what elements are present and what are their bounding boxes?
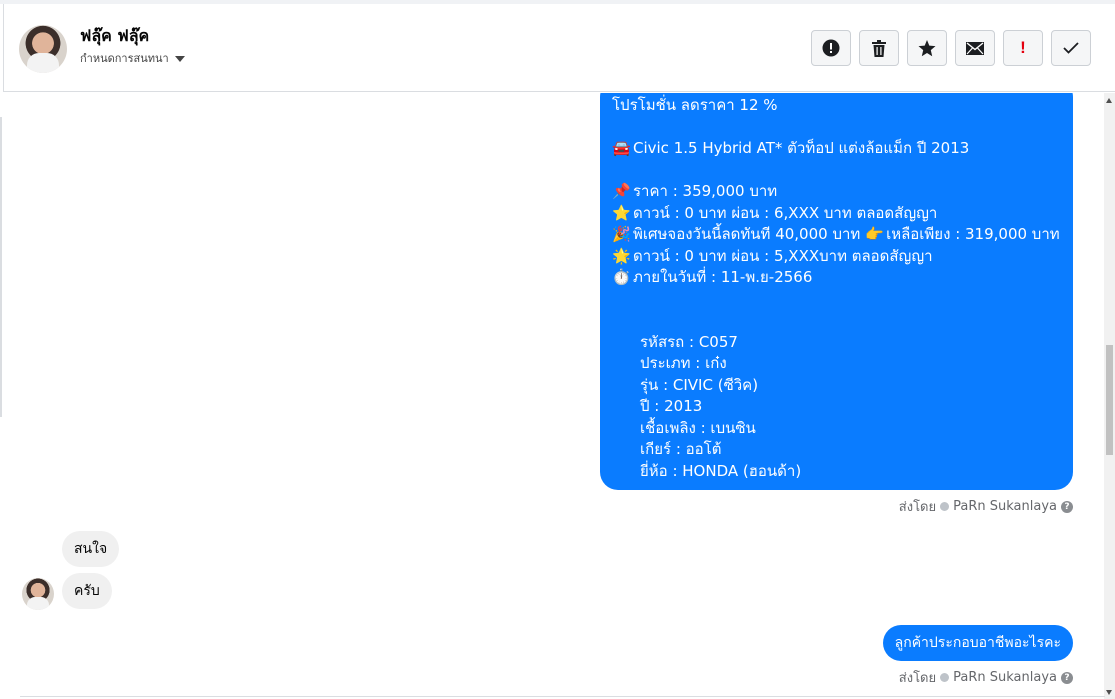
promo-headline: โปรโมชั่น ลดราคา 12 % (612, 96, 778, 114)
thread-scrollbar[interactable] (1104, 93, 1115, 699)
scroll-down-arrow-icon[interactable] (1106, 690, 1112, 695)
contact-avatar[interactable] (19, 25, 67, 73)
car-icon: 🚘 (612, 139, 631, 157)
promo-deadline-line: ⏱️ ภายในวันที่ : 11-พ.ย-2566 (612, 267, 1061, 289)
star-icon (918, 39, 936, 56)
sent-by-label: ส่งโดย (898, 671, 937, 686)
help-icon[interactable]: ? (1061, 500, 1073, 513)
promo-down1-line: ⭐ ดาวน์ : 0 บาท ผ่อน : 6,XXX บาท ตลอดสัญญ… (612, 203, 1061, 225)
sent-by-name[interactable]: PaRn Sukanlaya (953, 670, 1057, 685)
promo-special-line: 🎉 พิเศษจองวันนี้ลดทันที 40,000 บาท 👉 เหลือ… (612, 224, 1061, 246)
detail-line: ปี : 2013 (640, 397, 703, 415)
done-button[interactable] (1051, 30, 1091, 66)
star-emoji-icon: ⭐ (612, 203, 631, 222)
pushpin-icon: 📌 (612, 182, 631, 200)
message-thread[interactable]: โปรโมชั่น ลดราคา 12 % 🚘 Civic 1.5 Hybrid … (0, 93, 1104, 699)
pointing-hand-icon: 👉 (865, 225, 884, 243)
detail-line: ยี่ห้อ : HONDA (ฮอนด้า) (640, 461, 802, 480)
sent-by-label: ส่งโดย (898, 500, 937, 515)
trash-icon (872, 39, 886, 57)
mark-unread-button[interactable] (955, 30, 995, 66)
glowing-star-icon: 🌟 (612, 246, 631, 265)
delete-button[interactable] (859, 30, 899, 66)
promo-price-line: 📌 ราคา : 359,000 บาท (612, 181, 1061, 203)
scroll-thumb[interactable] (1106, 345, 1113, 455)
sender-check-icon (940, 673, 950, 682)
detail-line: เกียร์ : ออโต้ (640, 440, 722, 458)
detail-line: เชื้อเพลิง : เบนซิน (640, 418, 756, 437)
sent-by-info: ส่งโดย PaRn Sukanlaya ? (899, 667, 1073, 688)
conversation-header: ฟลุ๊ค ฟลุ๊ค กำหนดการสนทนา ! (3, 4, 1115, 92)
contact-name[interactable]: ฟลุ๊ค ฟลุ๊ค (80, 24, 149, 49)
caret-down-icon (174, 55, 185, 62)
important-button[interactable]: ! (1003, 30, 1043, 66)
help-icon[interactable]: ? (1061, 671, 1073, 684)
sent-by-name[interactable]: PaRn Sukanlaya (953, 499, 1057, 514)
party-popper-icon: 🎉 (612, 225, 631, 243)
promo-down2-line: 🌟 ดาวน์ : 0 บาท ผ่อน : 5,XXXบาท ตลอดสัญญา (612, 246, 1061, 268)
check-icon (1063, 42, 1079, 54)
outgoing-message-promo[interactable]: โปรโมชั่น ลดราคา 12 % 🚘 Civic 1.5 Hybrid … (600, 93, 1073, 490)
detail-line: รุ่น : CIVIC (ซีวิค) (640, 375, 759, 394)
contact-avatar-small[interactable] (22, 578, 54, 610)
incoming-message[interactable]: สนใจ (62, 531, 120, 567)
incoming-message[interactable]: ครับ (62, 573, 112, 609)
stopwatch-icon: ⏱️ (612, 268, 631, 286)
exclamation-icon: ! (1020, 38, 1026, 57)
spam-button[interactable] (811, 30, 851, 66)
conversation-settings-dropdown[interactable]: กำหนดการสนทนา (80, 49, 185, 67)
composer-divider (20, 696, 1105, 697)
scroll-up-arrow-icon[interactable] (1106, 98, 1112, 103)
outgoing-message-reply[interactable]: ลูกค้าประกอบอาชีพอะไรคะ (882, 625, 1073, 661)
conversation-settings-label: กำหนดการสนทนา (80, 52, 169, 65)
sent-by-info: ส่งโดย PaRn Sukanlaya ? (899, 496, 1073, 517)
alert-circle-icon (822, 39, 840, 57)
detail-line: ประเภท : เก๋ง (640, 354, 727, 372)
conversation-toolbar: ! (811, 30, 1091, 66)
envelope-icon (966, 41, 984, 55)
detail-line: รหัสรถ : C057 (640, 332, 738, 351)
sender-check-icon (940, 502, 950, 511)
star-button[interactable] (907, 30, 947, 66)
promo-car-line: 🚘 Civic 1.5 Hybrid AT* ตัวท็อป แต่งล้อแม็… (612, 138, 1061, 160)
